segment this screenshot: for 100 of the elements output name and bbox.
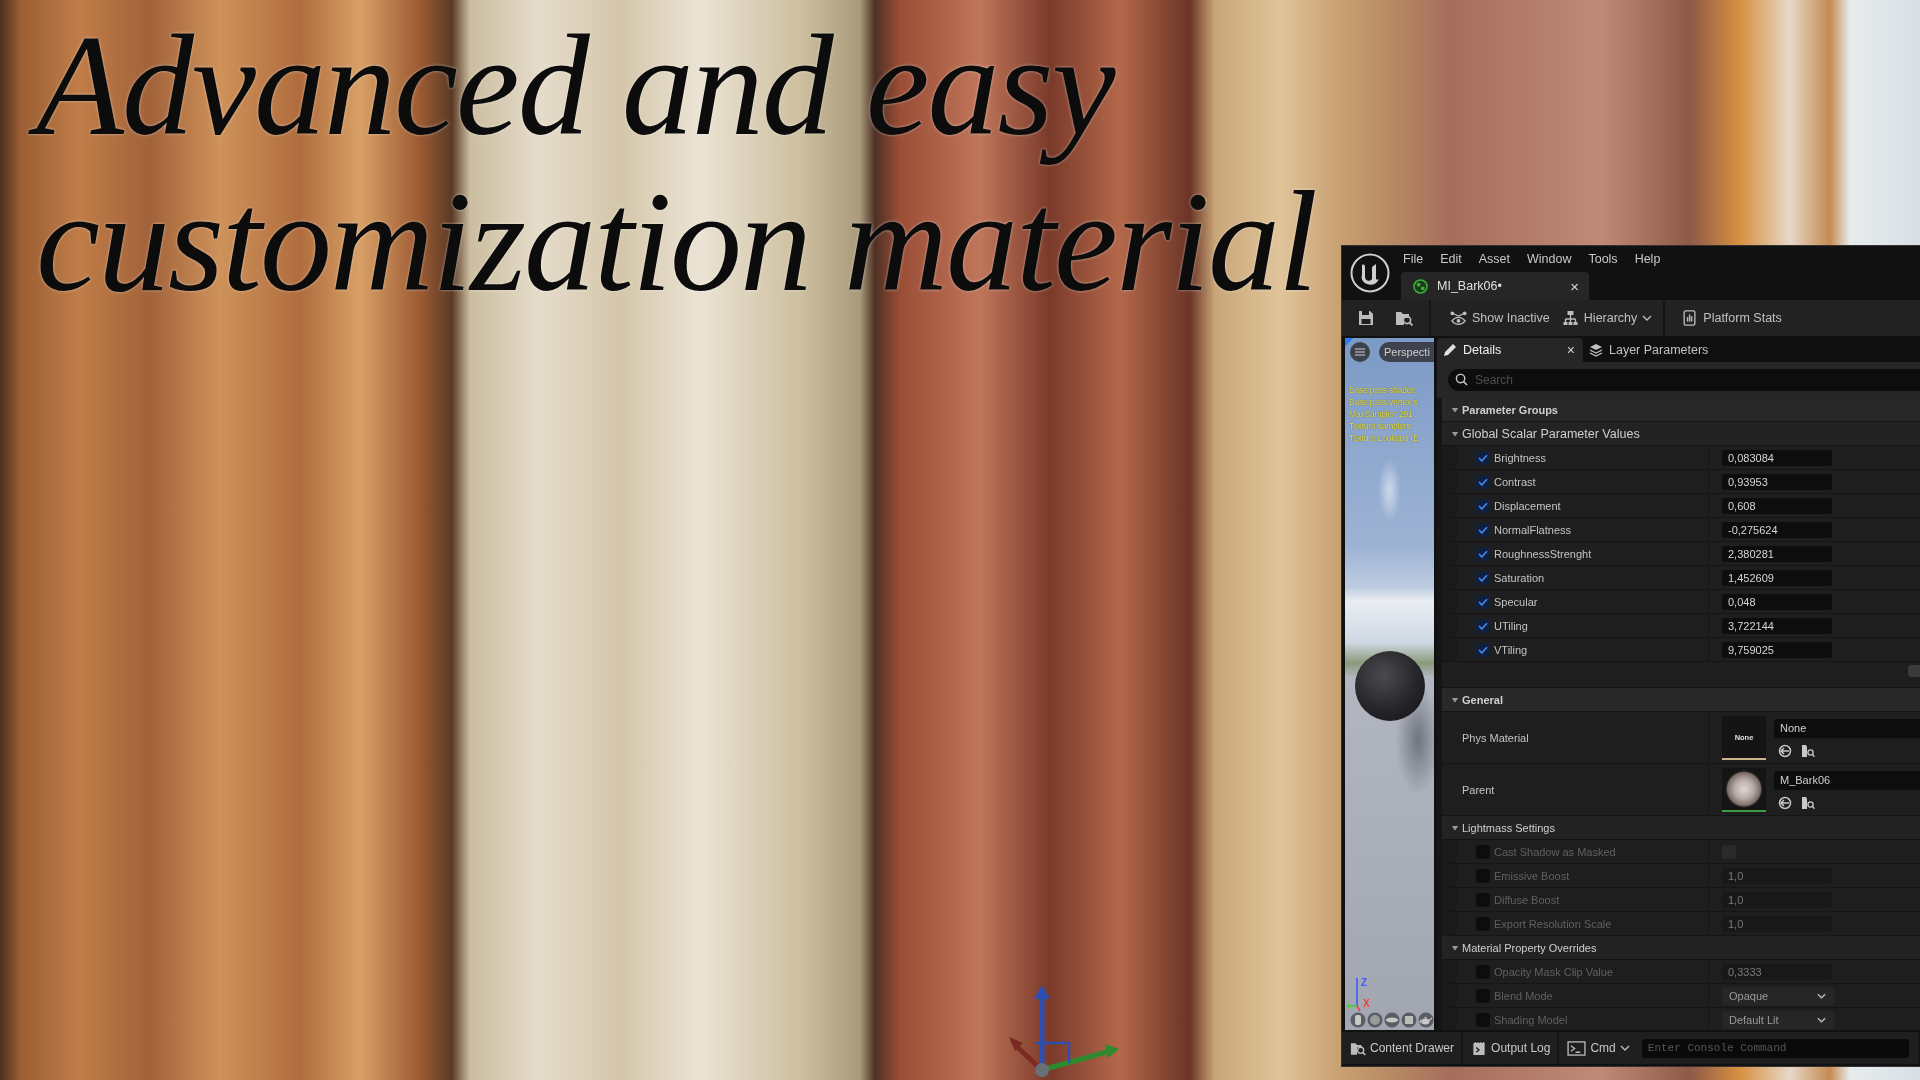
arrow-circle-icon[interactable] bbox=[1778, 796, 1792, 810]
close-button[interactable]: × bbox=[1570, 277, 1579, 295]
layers-icon bbox=[1589, 343, 1603, 357]
menu-item[interactable]: Asset bbox=[1478, 252, 1510, 266]
folder-search-icon[interactable] bbox=[1801, 744, 1815, 758]
folder-search-icon[interactable] bbox=[1801, 796, 1815, 810]
property-label: Displacement bbox=[1494, 499, 1561, 512]
number-field[interactable]: 1,452609 bbox=[1722, 569, 1832, 586]
status-bar-button[interactable]: Content Drawer bbox=[1342, 1032, 1462, 1064]
checkbox[interactable] bbox=[1476, 546, 1490, 561]
section-title: Global Scalar Parameter Values bbox=[1462, 426, 1640, 441]
menu-item[interactable]: Edit bbox=[1440, 252, 1462, 266]
section-header[interactable]: Global Scalar Parameter Values bbox=[1442, 422, 1920, 446]
save-icon[interactable] bbox=[1358, 310, 1374, 326]
chevron-down-icon bbox=[1642, 315, 1653, 321]
document-tab[interactable]: MI_Bark06• × bbox=[1401, 272, 1589, 300]
material-ball-icon bbox=[1413, 278, 1428, 294]
number-field[interactable]: 0,608 bbox=[1722, 497, 1832, 514]
axis-label: Z bbox=[1361, 978, 1368, 988]
menu-icon bbox=[1355, 348, 1365, 356]
number-field[interactable]: 0,048 bbox=[1722, 593, 1832, 610]
menu-item[interactable]: Window bbox=[1526, 252, 1572, 266]
asset-picker-field[interactable]: None bbox=[1774, 719, 1920, 738]
property-label: Contrast bbox=[1494, 475, 1536, 488]
check-icon bbox=[1478, 525, 1488, 534]
status-bar-button[interactable]: Output Log bbox=[1463, 1032, 1558, 1064]
check-icon bbox=[1478, 453, 1488, 462]
status-bar-button[interactable]: Cmd bbox=[1559, 1032, 1637, 1064]
check-icon bbox=[1478, 477, 1488, 486]
expand-arrow-icon[interactable] bbox=[1451, 695, 1459, 704]
asset-picker-field[interactable]: M_Bark06 bbox=[1774, 771, 1920, 790]
toolbar-button[interactable]: Show Inactive bbox=[1444, 300, 1556, 336]
chevron-down-icon bbox=[1817, 992, 1826, 999]
checkbox[interactable] bbox=[1476, 570, 1490, 585]
check-icon bbox=[1478, 597, 1488, 606]
section-title: Material Property Overrides bbox=[1462, 941, 1597, 954]
checkbox[interactable] bbox=[1476, 642, 1490, 657]
check-icon bbox=[1478, 501, 1488, 510]
terminal-icon bbox=[1567, 1040, 1587, 1056]
hierarchy-icon bbox=[1561, 310, 1579, 326]
close-button[interactable]: × bbox=[1566, 342, 1575, 358]
menu-item[interactable]: Tools bbox=[1588, 252, 1618, 266]
section-header[interactable]: Lightmass Settings bbox=[1442, 816, 1920, 840]
expand-arrow-icon[interactable] bbox=[1451, 823, 1459, 832]
chevron-down-icon bbox=[1817, 1016, 1826, 1023]
section-header[interactable]: Material Property Overrides bbox=[1442, 936, 1920, 960]
preview-cube-icon[interactable] bbox=[1401, 1012, 1417, 1028]
console-input-field[interactable]: Enter Console Command bbox=[1641, 1038, 1909, 1058]
search-icon bbox=[1455, 373, 1468, 386]
panel-tab[interactable]: Details × bbox=[1437, 338, 1583, 362]
section-title: Lightmass Settings bbox=[1462, 821, 1555, 834]
section-title: General bbox=[1462, 693, 1503, 706]
menu-item[interactable]: File bbox=[1403, 252, 1424, 266]
property-label: Cast Shadow as Masked bbox=[1494, 845, 1616, 858]
number-field[interactable]: 0,93953 bbox=[1722, 473, 1832, 490]
checkbox[interactable] bbox=[1476, 594, 1490, 609]
property-label: Emissive Boost bbox=[1494, 869, 1570, 882]
search-field[interactable]: Search bbox=[1448, 369, 1920, 391]
checkbox[interactable] bbox=[1476, 618, 1490, 633]
pencil-icon bbox=[1443, 343, 1457, 357]
viewport-menu-button[interactable] bbox=[1350, 342, 1370, 362]
preview-teapot-icon[interactable] bbox=[1418, 1012, 1434, 1028]
shader-stat-text: Texture samplers: bbox=[1349, 420, 1414, 432]
checkbox[interactable] bbox=[1476, 522, 1490, 537]
section-header[interactable]: General bbox=[1442, 688, 1920, 712]
tablet-stats-icon bbox=[1681, 310, 1699, 326]
property-label: NormalFlatness bbox=[1494, 523, 1572, 536]
preview-cylinder-icon[interactable] bbox=[1350, 1012, 1366, 1028]
expand-arrow-icon[interactable] bbox=[1451, 943, 1459, 952]
eye-nodes-icon bbox=[1450, 310, 1467, 326]
toolbar-button[interactable]: Hierarchy bbox=[1555, 300, 1659, 336]
property-label: Export Resolution Scale bbox=[1494, 917, 1612, 930]
preview-plane-icon[interactable] bbox=[1384, 1012, 1400, 1028]
number-field[interactable]: 3,722144 bbox=[1722, 617, 1832, 634]
axis-gizmo-icon bbox=[1347, 978, 1361, 1012]
number-field[interactable]: 2,380281 bbox=[1722, 545, 1832, 562]
arrow-circle-icon[interactable] bbox=[1778, 744, 1792, 758]
number-field[interactable]: 9,759025 bbox=[1722, 641, 1832, 658]
property-label: Opacity Mask Clip Value bbox=[1494, 965, 1613, 978]
expand-arrow-icon[interactable] bbox=[1451, 405, 1459, 414]
asset-thumbnail[interactable] bbox=[1722, 767, 1766, 812]
shader-stat-text: Base pass vertex s bbox=[1349, 396, 1419, 408]
property-label: Specular bbox=[1494, 595, 1538, 608]
checkbox[interactable] bbox=[1476, 474, 1490, 489]
expand-arrow-icon[interactable] bbox=[1451, 429, 1459, 438]
preview-sphere-icon[interactable] bbox=[1367, 1012, 1383, 1028]
shader-stat-text: Base pass shader: bbox=[1349, 384, 1417, 396]
section-header[interactable]: Parameter Groups bbox=[1442, 398, 1920, 422]
folder-search-icon[interactable] bbox=[1395, 310, 1413, 326]
property-label: UTiling bbox=[1494, 619, 1528, 632]
toolbar-button[interactable]: Platform Stats bbox=[1675, 300, 1788, 336]
checkbox[interactable] bbox=[1476, 450, 1490, 465]
engine-logo-icon[interactable] bbox=[1350, 253, 1390, 293]
checkbox[interactable] bbox=[1476, 498, 1490, 513]
menu-item[interactable]: Help bbox=[1634, 252, 1661, 266]
property-label: Phys Material bbox=[1462, 731, 1529, 744]
view-mode-button[interactable]: Perspecti bbox=[1379, 342, 1434, 362]
property-label: Saturation bbox=[1494, 571, 1545, 584]
number-field[interactable]: -0,275624 bbox=[1722, 521, 1832, 538]
number-field[interactable]: 0,083084 bbox=[1722, 449, 1832, 466]
